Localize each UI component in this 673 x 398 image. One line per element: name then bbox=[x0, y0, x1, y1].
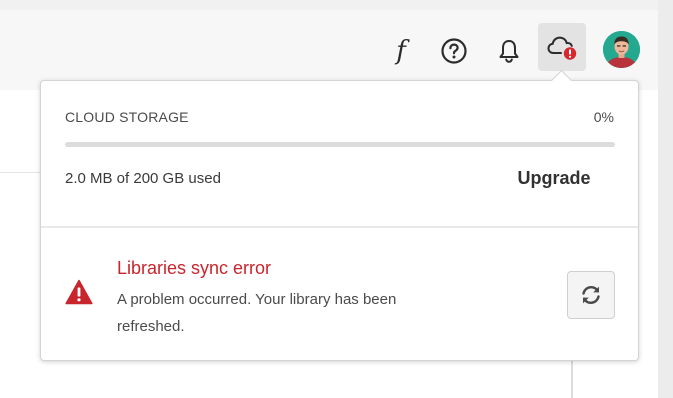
cloud-storage-popover: CLOUD STORAGE 0% 2.0 MB of 200 GB used U… bbox=[40, 80, 639, 361]
refresh-icon bbox=[582, 285, 600, 305]
storage-percent: 0% bbox=[593, 109, 614, 125]
top-strip bbox=[0, 0, 673, 10]
storage-title: CLOUD STORAGE bbox=[65, 109, 189, 125]
refresh-button[interactable] bbox=[567, 271, 615, 319]
user-avatar bbox=[603, 31, 640, 68]
notifications-button[interactable] bbox=[491, 32, 527, 70]
fonts-button[interactable]: f bbox=[384, 32, 418, 70]
sync-error-title: Libraries sync error bbox=[117, 258, 272, 278]
app-window: f CLOUD STORAGE 0% 2.0 MB of 200 GB used… bbox=[0, 0, 673, 398]
cloud-sync-button[interactable] bbox=[538, 23, 586, 71]
scrollbar[interactable] bbox=[658, 0, 673, 398]
content-divider bbox=[0, 172, 44, 173]
fonts-icon: f bbox=[396, 36, 406, 66]
storage-progress-bar bbox=[65, 142, 615, 147]
cloud-error-icon bbox=[547, 36, 577, 60]
alert-triangle-icon bbox=[65, 279, 93, 305]
help-button[interactable] bbox=[437, 32, 471, 70]
upgrade-button[interactable]: Upgrade bbox=[504, 163, 604, 193]
storage-used-text: 2.0 MB of 200 GB used bbox=[65, 170, 221, 187]
avatar[interactable] bbox=[603, 31, 640, 68]
sync-error-message: A problem occurred. Your library has bee… bbox=[117, 291, 397, 335]
panel-divider bbox=[41, 226, 638, 228]
bell-icon bbox=[499, 40, 519, 63]
help-icon bbox=[441, 38, 467, 64]
